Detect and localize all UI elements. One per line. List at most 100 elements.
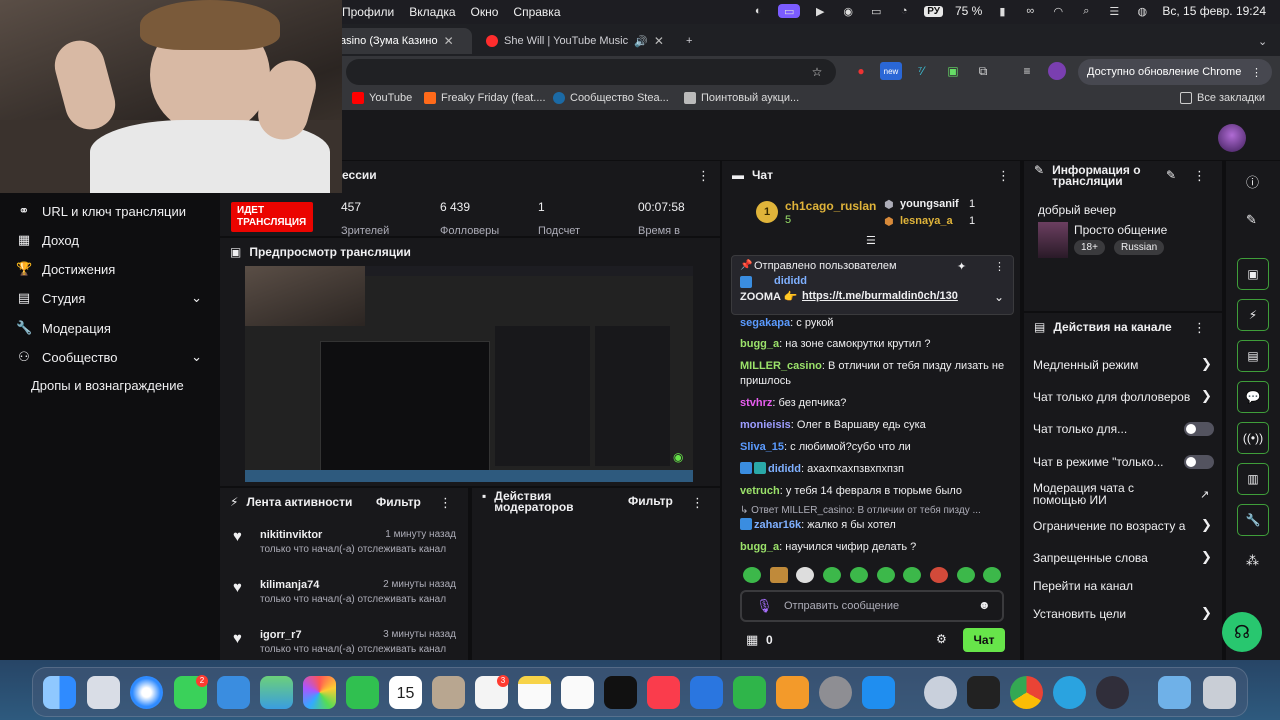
dock-facetime[interactable] [346, 676, 379, 709]
stream-category[interactable]: Просто общение [1074, 223, 1167, 237]
wifi-menu-icon[interactable]: ◔ [896, 4, 912, 18]
dock-photos[interactable] [303, 676, 336, 709]
quick-action-notes[interactable]: ▤ [1237, 340, 1269, 372]
quick-action-clip[interactable]: ▣ [1237, 258, 1269, 290]
chevron-down-icon[interactable]: ⌄ [994, 290, 1004, 304]
chat-username[interactable]: monieisis [740, 419, 791, 431]
extension-new-badge[interactable]: new [880, 62, 902, 80]
display-icon[interactable]: ▭ [868, 4, 884, 18]
dock-piano[interactable] [967, 676, 1000, 709]
activity-user[interactable]: kilimanja74 [260, 579, 319, 591]
close-tab-icon[interactable]: ✕ [654, 34, 664, 48]
reading-list-icon[interactable]: ≡ [1018, 62, 1036, 80]
dock-obs[interactable] [1096, 676, 1129, 709]
tab-casino[interactable]: asino (Зума Казино ✕ [332, 28, 472, 54]
chat-input[interactable]: 🎙 Отправить сообщение ☻ [740, 590, 1004, 622]
bookmark-auction[interactable]: Поинтовый аукци... [684, 92, 799, 104]
sidebar-item-studio[interactable]: ▤ Студия ⌄ [16, 290, 202, 306]
action-followers-only[interactable]: Чат только для фолловеров ❯ [1024, 382, 1222, 412]
action-subscribers-only[interactable]: Чат только для... [1024, 414, 1222, 444]
activity-user[interactable]: nikitinviktor [260, 529, 322, 541]
more-vertical-icon[interactable]: ⋮ [1193, 168, 1206, 184]
more-vertical-icon[interactable]: ⋮ [994, 260, 1005, 273]
dock-folder[interactable] [1158, 676, 1191, 709]
sidebar-item-stream-key[interactable]: ⚭ URL и ключ трансляции [16, 203, 186, 219]
stream-preview-video[interactable]: ◉ [245, 266, 693, 482]
menu-help[interactable]: Справка [513, 5, 560, 19]
microphone-icon[interactable]: 🎙 [756, 598, 773, 614]
menu-window[interactable]: Окно [471, 5, 499, 19]
tag[interactable]: 18+ [1074, 240, 1105, 255]
clock[interactable]: Вс, 15 февр. 19:24 [1162, 4, 1266, 18]
more-vertical-icon[interactable]: ⋮ [997, 168, 1010, 184]
activity-user[interactable]: igorr_r7 [260, 629, 302, 641]
siri-icon[interactable]: ◍ [1134, 4, 1150, 18]
terminal-extension-icon[interactable]: ▣ [944, 62, 962, 80]
sidebar-item-drops[interactable]: Дропы и вознаграждение [31, 378, 184, 393]
emote-icon[interactable] [823, 567, 841, 583]
more-vertical-icon[interactable]: ⋮ [1193, 320, 1206, 336]
tag[interactable]: Russian [1114, 240, 1165, 255]
action-go-to-channel[interactable]: Перейти на канал [1024, 572, 1222, 602]
action-emote-only[interactable]: Чат в режиме "только... [1024, 447, 1222, 477]
add-action-icon[interactable]: ⁂ [1246, 553, 1259, 569]
quick-action-raid[interactable]: ▥ [1237, 463, 1269, 495]
battery-icon[interactable]: ▮ [994, 4, 1010, 18]
activity-filter-button[interactable]: Фильтр [376, 495, 421, 509]
channel-points-icon[interactable]: ▦ [746, 632, 758, 648]
sidebar-item-moderation[interactable]: 🔧 Модерация [16, 320, 111, 336]
chat-username[interactable]: stvhrz [740, 397, 772, 409]
emote-picker-icon[interactable]: ☻ [978, 598, 991, 612]
bookmark-youtube[interactable]: YouTube [352, 92, 412, 104]
dock-telegram[interactable] [1053, 676, 1086, 709]
dock-settings[interactable] [819, 676, 852, 709]
tab-search-button[interactable]: ⌄ [1250, 28, 1275, 54]
quick-action-mod[interactable]: 🔧 [1237, 504, 1269, 536]
dock-music[interactable] [647, 676, 680, 709]
chat-username[interactable]: Sliva_15 [740, 441, 784, 453]
emote-icon[interactable] [743, 567, 761, 583]
chat-settings-gear-icon[interactable]: ⚙ [936, 632, 947, 646]
emote-icon[interactable] [877, 567, 895, 583]
spotlight-icon[interactable]: ⌕ [1078, 4, 1094, 18]
all-bookmarks[interactable]: Все закладки [1180, 92, 1265, 104]
dock-keynote[interactable] [690, 676, 723, 709]
dock-contacts[interactable] [432, 676, 465, 709]
emote-icon[interactable] [983, 567, 1001, 583]
dock-trash[interactable] [1203, 676, 1236, 709]
screen-record-icon[interactable]: ▭ [778, 4, 801, 18]
extension-red-icon[interactable]: ● [852, 62, 870, 80]
more-vertical-icon[interactable]: ⋮ [691, 495, 704, 511]
chat-username[interactable]: zahar16k [754, 519, 801, 531]
info-icon[interactable]: ⓘ [1246, 172, 1259, 191]
tab-youtube-music[interactable]: She Will | YouTube Music 🔊 ✕ [478, 28, 674, 54]
chat-username[interactable]: MILLER_casino [740, 360, 822, 372]
link-status-icon[interactable]: ∞ [1022, 4, 1038, 18]
profile-avatar-icon[interactable] [1048, 62, 1066, 80]
menu-tab[interactable]: Вкладка [409, 5, 455, 19]
dock-appstore[interactable] [862, 676, 895, 709]
action-blocked-terms[interactable]: Запрещенные слова ❯ [1024, 544, 1222, 574]
edit-icon[interactable]: ✎ [1246, 212, 1257, 228]
emote-icon[interactable] [903, 567, 921, 583]
bookmark-freaky-friday[interactable]: Freaky Friday (feat.... [424, 92, 546, 104]
dock-finder[interactable] [43, 676, 76, 709]
action-ai-moderation[interactable]: Модерация чата с помощью ИИ ↗ [1024, 480, 1222, 510]
dock-maps[interactable] [260, 676, 293, 709]
emote-only-toggle[interactable] [1184, 455, 1214, 469]
quick-action-ad[interactable]: ⚡ [1237, 299, 1269, 331]
translate-extension-icon[interactable]: ⁷⁄ [912, 62, 930, 80]
action-slow-mode[interactable]: Медленный режим ❯ [1024, 350, 1222, 380]
new-tab-button[interactable]: + [678, 28, 700, 54]
wifi-icon[interactable]: ◠ [1050, 4, 1066, 18]
dock-pages[interactable] [776, 676, 809, 709]
speaker-icon[interactable]: 🔊 [634, 35, 648, 48]
user-avatar[interactable] [1218, 124, 1246, 152]
chrome-update-button[interactable]: Доступно обновление Chrome ⋮ [1078, 59, 1272, 85]
input-language[interactable]: РУ [924, 5, 943, 17]
leaderboard-top-user[interactable]: ch1cago_ruslan [785, 199, 876, 213]
menu-profiles[interactable]: Профили [342, 5, 394, 19]
category-boxart[interactable] [1038, 222, 1068, 258]
chat-send-button[interactable]: Чат [963, 628, 1005, 652]
action-age-restriction[interactable]: Ограничение по возрасту а ❯ [1024, 512, 1222, 542]
